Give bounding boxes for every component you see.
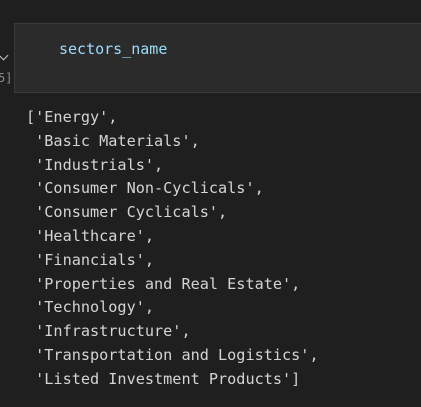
- output-line: 'Financials',: [26, 250, 155, 269]
- output-line: 'Properties and Real Estate',: [26, 274, 301, 293]
- notebook-cell: 5] sectors_name ['Energy', 'Basic Materi…: [0, 0, 421, 407]
- output-line: 'Listed Investment Products']: [26, 369, 301, 388]
- cell-collapse-toggle[interactable]: [0, 24, 14, 61]
- code-editor[interactable]: sectors_name: [14, 23, 421, 93]
- output-line: 'Healthcare',: [26, 226, 155, 245]
- output-line: 'Technology',: [26, 298, 155, 317]
- output-line: 'Industrials',: [26, 155, 164, 174]
- code-line[interactable]: sectors_name: [59, 40, 167, 58]
- output-line: 'Consumer Cyclicals',: [26, 203, 228, 222]
- output-line: 'Infrastructure',: [26, 322, 191, 341]
- cell-output: ['Energy', 'Basic Materials', 'Industria…: [26, 106, 319, 392]
- output-line: 'Transportation and Logistics',: [26, 345, 319, 364]
- chevron-down-icon[interactable]: [0, 50, 9, 61]
- output-line: 'Consumer Non-Cyclicals',: [26, 179, 264, 198]
- output-line: 'Basic Materials',: [26, 131, 200, 150]
- execution-count: 5]: [0, 71, 13, 85]
- output-line: ['Energy',: [26, 108, 118, 126]
